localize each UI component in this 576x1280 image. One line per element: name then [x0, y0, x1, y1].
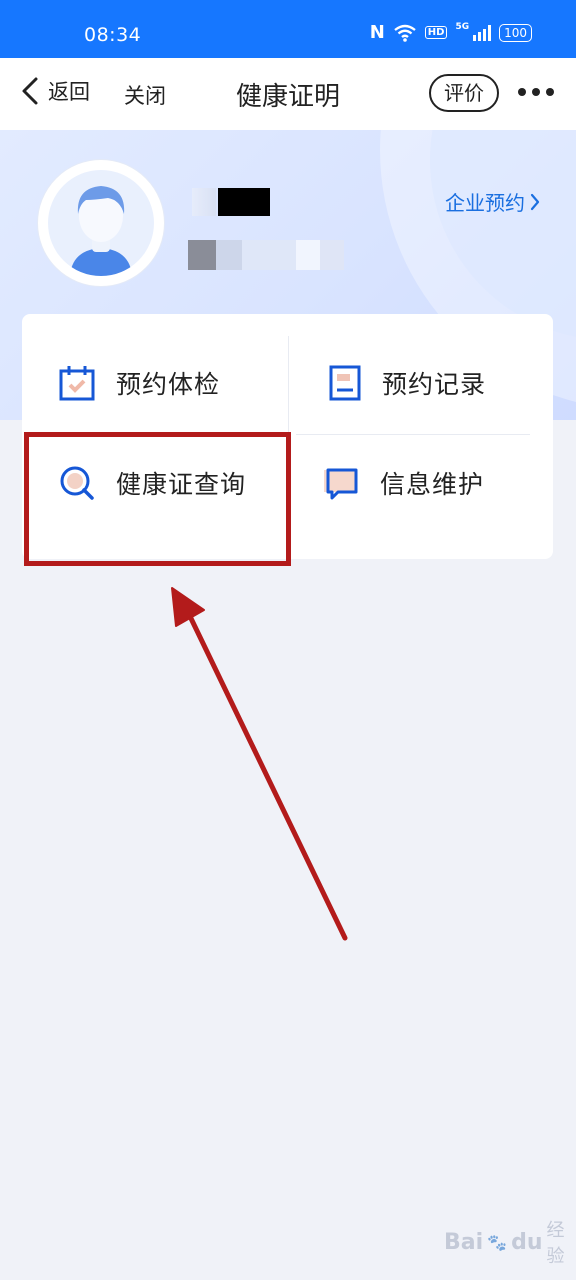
back-button[interactable]: 返回 — [20, 76, 90, 106]
watermark-suffix: 经验 — [546, 1220, 565, 1267]
service-booking-records[interactable]: 预约记录 — [328, 364, 486, 402]
highlight-box — [24, 432, 291, 566]
divider — [296, 434, 530, 435]
service-label: 预约记录 — [382, 370, 487, 399]
back-label: 返回 — [48, 80, 90, 104]
more-dot-icon — [518, 88, 526, 96]
service-label: 信息维护 — [380, 470, 485, 499]
rate-button[interactable]: 评价 — [429, 74, 499, 112]
network-type: 5G — [455, 22, 470, 32]
battery-icon: 100 — [499, 23, 532, 42]
corp-link-label: 企业预约 — [445, 191, 525, 215]
watermark: Bai 🐾 du 经验 — [444, 1216, 576, 1268]
more-dot-icon — [532, 88, 540, 96]
nfc-icon: N — [369, 22, 385, 43]
user-avatar-icon — [70, 186, 132, 276]
divider — [288, 336, 289, 432]
username-blur — [192, 188, 216, 216]
chat-edit-icon — [324, 468, 358, 500]
service-label: 预约体检 — [116, 370, 221, 399]
user-id-redacted — [188, 240, 352, 270]
corp-appointment-link[interactable]: 企业预约 — [445, 187, 541, 216]
nav-bar: 返回 关闭 健康证明 评价 — [0, 58, 576, 130]
wifi-icon — [394, 24, 416, 42]
status-bar: 08:34 N HD 5G 100 — [0, 0, 576, 58]
chevron-right-icon — [530, 193, 540, 210]
chevron-left-icon — [22, 77, 38, 105]
watermark-brand: Bai — [444, 1229, 484, 1255]
status-time: 08:34 — [84, 24, 142, 46]
more-menu-button[interactable] — [518, 88, 554, 96]
service-book-exam[interactable]: 预约体检 — [58, 364, 220, 402]
close-button[interactable]: 关闭 — [124, 80, 166, 110]
avatar — [38, 160, 164, 286]
document-icon — [329, 365, 361, 401]
status-icons: N HD 5G 100 — [370, 22, 532, 43]
watermark-brand2: du — [511, 1229, 543, 1255]
signal-icon — [473, 24, 492, 41]
hd-icon: HD — [424, 26, 448, 39]
calendar-check-icon — [59, 366, 95, 401]
more-dot-icon — [546, 88, 554, 96]
page-title: 健康证明 — [235, 82, 340, 112]
paw-icon: 🐾 — [487, 1232, 508, 1252]
service-info-maintenance[interactable]: 信息维护 — [320, 464, 484, 502]
username-redacted — [218, 188, 270, 216]
